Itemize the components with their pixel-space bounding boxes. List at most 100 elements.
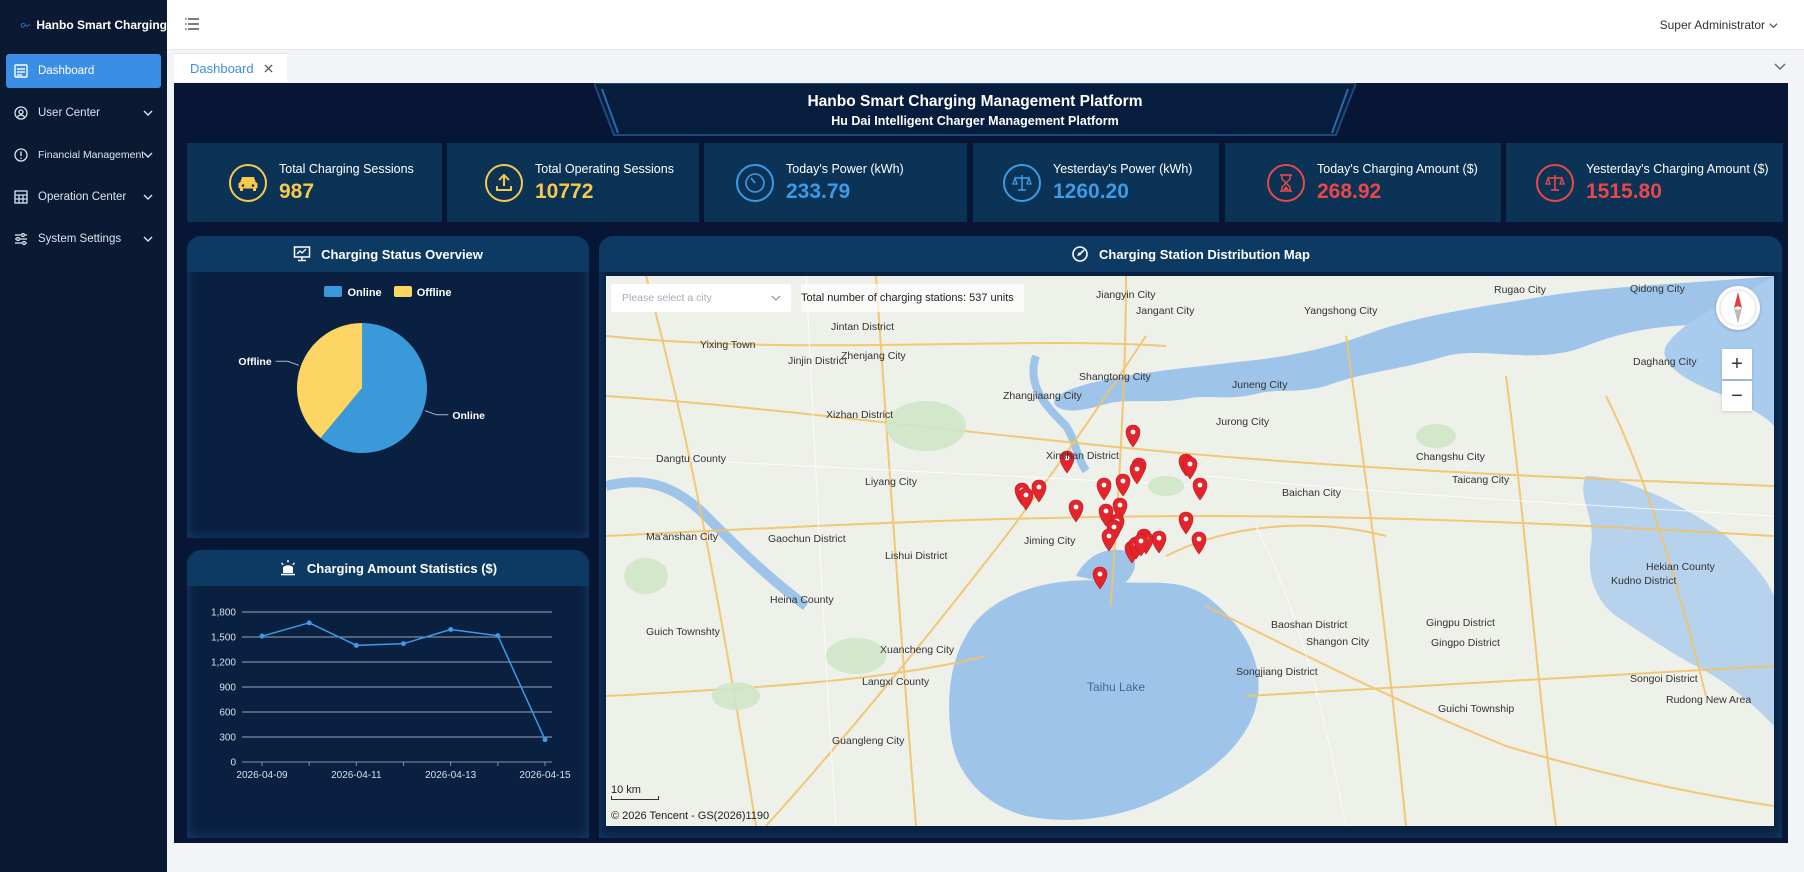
pie-slice-label: Online (452, 410, 485, 422)
map-place-label: Baoshan District (1271, 619, 1348, 631)
charging-amount-panel: Charging Amount Statistics ($) 0 300 600 90… (187, 550, 589, 838)
station-marker-icon[interactable] (1068, 499, 1084, 523)
dashboard-subtitle: Hu Dai Intelligent Charger Management Pl… (831, 114, 1119, 128)
sidebar-item-label: User Center (38, 107, 100, 119)
station-icon (1072, 246, 1088, 262)
sidebar-item-financial-management[interactable]: Financial Management (6, 138, 161, 172)
sidebar-item-user-center[interactable]: User Center (6, 96, 161, 130)
map-place-label: Songoi District (1630, 673, 1698, 685)
hamburger-menu-icon[interactable] (185, 18, 199, 30)
station-marker-icon[interactable] (1151, 530, 1167, 554)
user-center-icon (14, 106, 28, 120)
map-place-label: Taihu Lake (1087, 680, 1146, 694)
map-place-label: Zhangjiaang City (1003, 390, 1082, 402)
zoom-out-button[interactable]: − (1722, 381, 1752, 411)
stat-label: Yesterday's Power (kWh) (1053, 161, 1193, 176)
car-icon (229, 163, 267, 202)
stat-value: 233.79 (786, 179, 851, 203)
data-point[interactable] (448, 627, 454, 632)
stat-value: 987 (279, 179, 315, 203)
map-scale-label: 10 km (611, 784, 641, 796)
y-tick-label: 0 (230, 758, 236, 769)
user-menu[interactable]: Super Administrator (1660, 18, 1778, 32)
brand-name: Hanbo Smart Charging (36, 18, 167, 32)
map-place-label: Gingpo District (1431, 637, 1500, 649)
station-marker-icon[interactable] (1191, 531, 1207, 555)
city-select[interactable]: Please select a city (611, 284, 791, 312)
sidebar-item-operation-center[interactable]: Operation Center (6, 180, 161, 214)
station-marker-icon[interactable] (1096, 477, 1112, 501)
data-point[interactable] (495, 633, 501, 639)
data-point[interactable] (353, 642, 359, 648)
pie-label-leader (424, 410, 449, 416)
tab-dashboard[interactable]: Dashboard (174, 53, 287, 82)
map-place-label: Liyang City (865, 476, 917, 488)
map-place-label: Daghang City (1633, 356, 1697, 368)
sidebar-item-label: Operation Center (38, 191, 127, 203)
station-marker-icon[interactable] (1178, 511, 1194, 535)
brand[interactable]: Hanbo Smart Charging (0, 0, 167, 50)
sidebar-item-system-settings[interactable]: System Settings (6, 222, 161, 256)
map-place-label: Jangant City (1136, 305, 1195, 317)
scale-icon (1003, 163, 1041, 202)
map-canvas[interactable] (606, 276, 1774, 826)
station-marker-icon[interactable] (1018, 487, 1034, 511)
map-place-label: Hekian County (1646, 561, 1715, 573)
map-place-label: Yangshong City (1304, 305, 1378, 317)
map-place-label: Rugao City (1494, 284, 1546, 296)
map-place-label: Shangon City (1306, 636, 1370, 648)
map-place-label: Changshu City (1416, 451, 1485, 463)
distribution-map[interactable]: Please select a city Total number of cha… (606, 276, 1774, 826)
station-marker-icon[interactable] (1125, 424, 1141, 448)
map-scale-bar (611, 796, 659, 800)
map-place-label: Dangtu County (656, 453, 727, 465)
map-place-label: Kudno District (1611, 575, 1677, 587)
zoom-in-button[interactable]: + (1722, 349, 1752, 379)
chevron-down-icon (143, 110, 153, 116)
sidebar-item-label: Financial Management (38, 149, 145, 161)
city-select-placeholder: Please select a city (622, 292, 712, 304)
map-place-label: Songjiang District (1236, 666, 1318, 678)
stat-card-yesterdays-charging-amount: Yesterday's Charging Amount ($) 1515.80 (1506, 143, 1783, 222)
panel-header: Charging Station Distribution Map (599, 236, 1782, 272)
charging-status-panel: Charging Status Overview Online Offline … (187, 236, 589, 538)
data-point[interactable] (306, 620, 312, 626)
y-tick-label: 300 (219, 733, 236, 744)
gauge-icon (736, 163, 774, 202)
line-chart: 0 300 600 900 1,200 1,500 1,800 2026-04-09 2026-… (211, 608, 571, 782)
compass-control[interactable] (1716, 286, 1760, 330)
station-marker-icon[interactable] (1192, 477, 1208, 501)
data-point[interactable] (259, 633, 265, 639)
map-place-label: Jiangyin City (1096, 289, 1156, 301)
map-place-label: Taicang City (1452, 474, 1510, 486)
data-point[interactable] (401, 641, 406, 647)
map-place-label: Juneng City (1232, 379, 1288, 391)
map-place-label: Guichi Township (1438, 703, 1515, 715)
map-place-label: Yixing Town (700, 339, 756, 351)
chevron-down-icon (771, 295, 781, 301)
close-icon[interactable] (264, 63, 273, 73)
map-place-label: Jiming City (1024, 535, 1076, 547)
x-tick-label: 2026-04-13 (425, 770, 477, 781)
grid-icon (14, 190, 28, 204)
x-tick-label: 2026-04-15 (519, 770, 571, 781)
dashboard-canvas: Hanbo Smart Charging Management Platform… (174, 83, 1788, 843)
station-marker-icon[interactable] (1182, 456, 1198, 480)
pie-label-leader (275, 360, 300, 366)
tabs-dropdown-icon[interactable] (1774, 60, 1786, 72)
chevron-down-icon (143, 152, 153, 158)
stat-label: Today's Charging Amount ($) (1317, 161, 1478, 176)
map-place-label: Gaochun District (768, 533, 846, 545)
sidebar-item-dashboard[interactable]: Dashboard (6, 54, 161, 88)
panel-title: Charging Station Distribution Map (1099, 246, 1310, 262)
map-place-label: Zhenjang City (841, 350, 906, 362)
station-marker-icon[interactable] (1129, 461, 1145, 485)
compass-icon (1719, 289, 1757, 327)
data-point[interactable] (542, 737, 548, 743)
stat-value: 10772 (535, 179, 594, 203)
map-place-label: Xinshan District (1046, 450, 1119, 462)
pie-slice-label: Offline (238, 356, 271, 368)
pie-chart: Online Offline (238, 323, 485, 453)
sidebar: Hanbo Smart Charging Dashboard User Cent… (0, 0, 167, 872)
stat-label: Today's Power (kWh) (786, 161, 904, 176)
